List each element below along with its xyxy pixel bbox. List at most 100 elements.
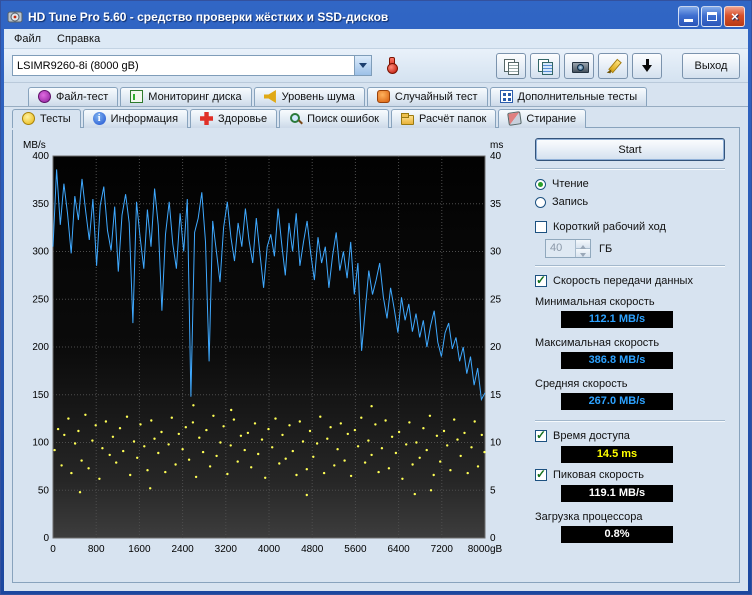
right-axis-title: ms xyxy=(490,140,503,151)
write-radio[interactable]: Запись xyxy=(535,196,725,208)
tab-file-test[interactable]: Файл-тест xyxy=(28,87,119,106)
short-stroke-checkbox[interactable]: Короткий рабочий ход xyxy=(535,221,725,233)
pen-icon xyxy=(605,58,622,74)
copy-image-icon xyxy=(537,58,554,75)
svg-text:0: 0 xyxy=(490,533,496,544)
access-time-checkbox[interactable]: Время доступа xyxy=(535,428,725,442)
tab-health[interactable]: Здоровье xyxy=(190,109,278,128)
checkbox-icon xyxy=(535,273,547,287)
transfer-speed-label: Скорость передачи данных xyxy=(553,275,693,287)
svg-text:800: 800 xyxy=(88,544,105,555)
min-speed-value: 112.1 MB/s xyxy=(561,311,673,328)
svg-text:25: 25 xyxy=(490,294,502,305)
window-controls: × xyxy=(678,6,745,27)
svg-text:3200: 3200 xyxy=(215,544,238,555)
maximize-button[interactable] xyxy=(701,6,722,27)
copy-text-button[interactable] xyxy=(496,52,526,79)
svg-text:20: 20 xyxy=(490,342,502,353)
menu-help[interactable]: Справка xyxy=(49,31,108,47)
write-label: Запись xyxy=(552,196,589,208)
gauge-icon xyxy=(38,90,51,103)
spin-down-icon[interactable] xyxy=(576,249,590,257)
folder-icon xyxy=(401,112,414,125)
svg-text:6400: 6400 xyxy=(387,544,410,555)
access-time-value: 14.5 ms xyxy=(561,446,673,463)
temperature-button[interactable] xyxy=(379,53,403,79)
cpu-usage-value: 0.8% xyxy=(561,526,673,543)
divider xyxy=(535,420,725,422)
tab-folder-usage[interactable]: Расчёт папок xyxy=(391,109,497,128)
save-button[interactable] xyxy=(632,52,662,79)
close-button[interactable]: × xyxy=(724,6,745,27)
svg-text:250: 250 xyxy=(32,294,49,305)
tab-error-scan[interactable]: Поиск ошибок xyxy=(279,109,389,128)
tab-tests[interactable]: Тесты xyxy=(12,109,81,128)
window-title: HD Tune Pro 5.60 - средство проверки жёс… xyxy=(28,9,389,24)
chart-area: 0 800 1600 2400 3200 4000 4800 5600 6400 7200 8000… xyxy=(15,136,523,578)
maximize-icon xyxy=(707,12,717,21)
svg-text:4800: 4800 xyxy=(301,544,324,555)
svg-text:10: 10 xyxy=(490,438,502,449)
tab-random-test[interactable]: Случайный тест xyxy=(366,87,488,106)
extra-icon xyxy=(499,90,513,103)
svg-text:200: 200 xyxy=(32,342,49,353)
close-icon: × xyxy=(730,9,739,24)
tab-noise-level[interactable]: Уровень шума xyxy=(253,87,365,106)
chevron-down-icon xyxy=(359,63,367,72)
random-icon xyxy=(376,90,390,103)
checkbox-icon xyxy=(535,428,547,442)
app-window: HD Tune Pro 5.60 - средство проверки жёс… xyxy=(0,0,752,595)
svg-text:7200: 7200 xyxy=(431,544,454,555)
short-stroke-size-row: 40 ГБ xyxy=(545,239,725,258)
burst-rate-label: Пиковая скорость xyxy=(553,469,645,481)
spinner-buttons[interactable] xyxy=(575,240,590,257)
max-speed-value: 386.8 MB/s xyxy=(561,352,673,369)
tab-label: Информация xyxy=(110,112,179,125)
tab-info[interactable]: Информация xyxy=(82,109,189,128)
bulb-icon xyxy=(22,112,35,125)
menu-bar: Файл Справка xyxy=(4,29,748,49)
combo-dropdown-button[interactable] xyxy=(354,56,371,75)
svg-text:150: 150 xyxy=(32,390,49,401)
benchmark-panel: 0 800 1600 2400 3200 4000 4800 5600 6400 7200 8000… xyxy=(12,127,740,583)
tab-label: Уровень шума xyxy=(281,90,355,103)
title-bar[interactable]: HD Tune Pro 5.60 - средство проверки жёс… xyxy=(4,4,748,29)
checkbox-icon xyxy=(535,221,547,233)
read-radio[interactable]: Чтение xyxy=(535,178,725,190)
toolbar: LSIMR9260-8i (8000 gB) Выход xyxy=(4,49,748,83)
annotate-button[interactable] xyxy=(598,52,628,79)
svg-text:2400: 2400 xyxy=(171,544,194,555)
left-axis-title: MB/s xyxy=(23,140,46,151)
svg-text:30: 30 xyxy=(490,247,502,258)
benchmark-controls: Start Чтение Запись Короткий рабочий ход xyxy=(533,136,733,578)
menu-file[interactable]: Файл xyxy=(6,31,49,47)
copy-pages-icon xyxy=(503,58,520,75)
tab-erase[interactable]: Стирание xyxy=(498,109,587,128)
read-label: Чтение xyxy=(552,178,589,190)
exit-button[interactable]: Выход xyxy=(682,52,740,79)
short-stroke-size-input[interactable]: 40 xyxy=(545,239,591,258)
checkbox-icon xyxy=(535,467,547,481)
burst-rate-checkbox[interactable]: Пиковая скорость xyxy=(535,467,725,481)
svg-text:15: 15 xyxy=(490,390,502,401)
screenshot-button[interactable] xyxy=(564,52,594,79)
tab-disk-monitor[interactable]: Мониторинг диска xyxy=(120,87,252,106)
tab-label: Здоровье xyxy=(218,112,268,125)
svg-text:50: 50 xyxy=(38,485,50,496)
minimize-button[interactable] xyxy=(678,6,699,27)
monitor-icon xyxy=(130,90,144,103)
start-button[interactable]: Start xyxy=(535,138,725,161)
tab-label: Стирание xyxy=(526,112,577,125)
tab-label: Дополнительные тесты xyxy=(517,90,638,103)
copy-image-button[interactable] xyxy=(530,52,560,79)
spin-up-icon[interactable] xyxy=(576,240,590,249)
drive-select[interactable]: LSIMR9260-8i (8000 gB) xyxy=(12,55,372,76)
tab-label: Файл-тест xyxy=(56,90,109,103)
tab-extra-tests[interactable]: Дополнительные тесты xyxy=(489,87,648,106)
transfer-speed-checkbox[interactable]: Скорость передачи данных xyxy=(535,273,725,287)
divider xyxy=(535,265,725,267)
svg-text:5: 5 xyxy=(490,485,496,496)
min-speed-label: Минимальная скорость xyxy=(535,296,655,308)
info-icon xyxy=(92,112,106,125)
tab-label: Случайный тест xyxy=(394,90,478,103)
